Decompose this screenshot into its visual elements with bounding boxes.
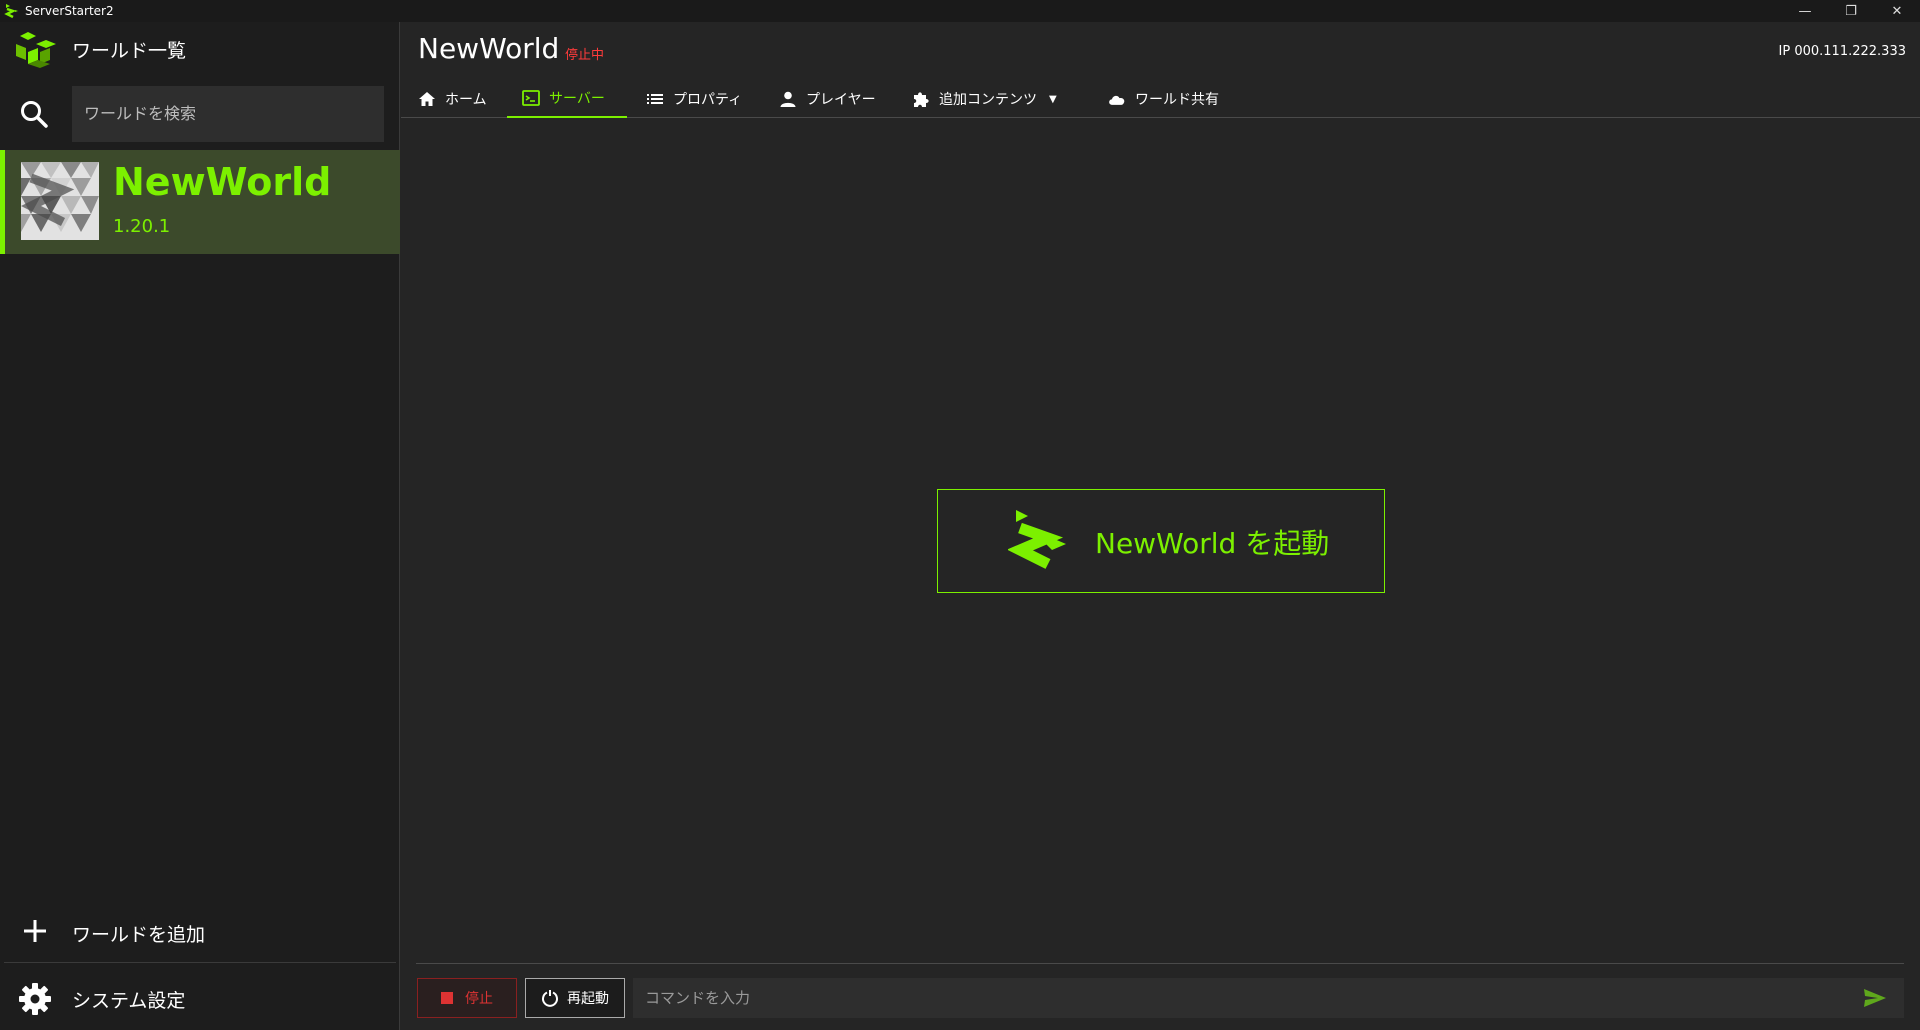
status-badge: 停止中 [565,48,605,63]
terminal-icon [522,90,540,106]
tab-world-share-label: ワールド共有 [1135,92,1219,108]
restart-button[interactable]: 再起動 [525,978,625,1018]
tab-addons-label: 追加コンテンツ [939,92,1037,108]
app-logo-icon [4,4,18,19]
cloud-icon [1109,95,1125,105]
sidebar-header: ワールド一覧 [0,22,400,78]
restore-button[interactable]: ❐ [1828,0,1874,22]
page-title: NewWorld [418,32,560,65]
tab-players[interactable]: プレイヤー [764,80,890,118]
list-icon [647,94,663,104]
gear-icon [19,983,51,1015]
world-version: 1.20.1 [113,216,171,237]
tab-addons[interactable]: 追加コンテンツ ▼ [897,80,1071,118]
add-world-button[interactable]: ワールドを追加 [0,902,400,964]
tab-home[interactable]: ホーム [403,80,501,118]
stop-icon [441,992,453,1004]
command-input[interactable] [633,978,1904,1018]
world-name: NewWorld [113,160,332,204]
sidebar: ワールド一覧 ワールドを検索 NewWorld 1.20.1 ワールドを追加 シ… [0,22,400,1030]
launch-world-button[interactable]: NewWorld を起動 [937,489,1385,593]
window-title: ServerStarter2 [25,4,114,18]
launch-logo-icon [1008,510,1066,569]
world-thumbnail [21,162,99,240]
tab-properties-label: プロパティ [673,92,743,108]
world-list-item[interactable]: NewWorld 1.20.1 [0,150,400,254]
tab-world-share[interactable]: ワールド共有 [1093,80,1233,118]
server-ip: IP 000.111.222.333 [1778,44,1906,59]
world-search-input[interactable] [72,86,384,142]
main-panel: NewWorld 停止中 IP 000.111.222.333 ホーム サーバー… [401,22,1920,1030]
console-divider [416,963,1904,964]
add-world-label: ワールドを追加 [72,924,206,946]
tab-server-label: サーバー [549,91,605,107]
stop-button[interactable]: 停止 [417,978,517,1018]
send-icon[interactable] [1862,986,1888,1010]
chevron-down-icon: ▼ [1049,93,1057,105]
tab-players-label: プレイヤー [806,92,876,108]
search-icon [21,101,48,128]
cube-logo-icon [16,32,56,68]
launch-world-label: NewWorld を起動 [1095,527,1330,560]
system-settings-button[interactable]: システム設定 [0,966,400,1030]
restart-label: 再起動 [567,991,609,1007]
tab-properties[interactable]: プロパティ [631,80,756,118]
restart-icon [542,990,558,1007]
tab-server[interactable]: サーバー [507,80,627,118]
tab-home-label: ホーム [445,92,487,108]
window-titlebar: ServerStarter2 — ❐ ✕ [0,0,1920,22]
puzzle-icon [914,92,929,107]
system-settings-label: システム設定 [72,990,186,1012]
tab-bar: ホーム サーバー プロパティ プレイヤー 追加コンテンツ ▼ ワールド共有 [401,80,1920,118]
world-search [0,84,400,144]
sidebar-divider [4,962,396,963]
minimize-button[interactable]: — [1782,0,1828,22]
close-button[interactable]: ✕ [1874,0,1920,22]
world-list-title: ワールド一覧 [72,40,187,62]
home-icon [419,92,435,106]
person-icon [780,91,796,107]
plus-icon [24,920,46,942]
stop-label: 停止 [465,991,493,1007]
